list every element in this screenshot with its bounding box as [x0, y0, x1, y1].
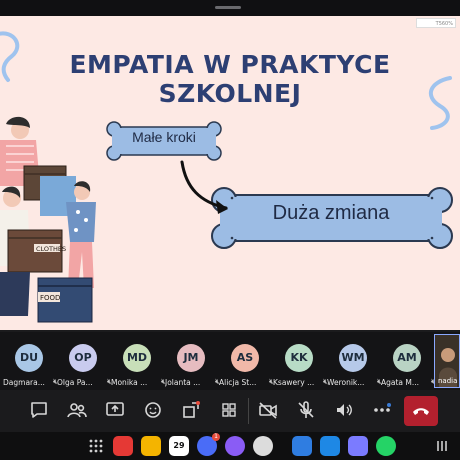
- leave-meeting-button[interactable]: [404, 396, 438, 426]
- avatar: AS: [231, 344, 259, 372]
- mic-off-icon: [298, 401, 314, 418]
- recent-apps-icon[interactable]: [432, 436, 452, 456]
- participants-icon: [67, 403, 87, 418]
- people-with-boxes: CLOTHES FOOD: [0, 116, 96, 323]
- reactions-icon: [145, 402, 161, 418]
- system-taskbar: 29 1: [0, 432, 460, 460]
- avatar: DU: [15, 344, 43, 372]
- messenger-app-icon[interactable]: 1: [197, 433, 220, 456]
- slide-illustration: CLOTHES FOOD: [0, 116, 453, 323]
- contacts-app-icon[interactable]: [348, 436, 368, 456]
- more-button[interactable]: [370, 398, 394, 422]
- chat-button[interactable]: [27, 398, 51, 422]
- browser-app-icon[interactable]: [225, 436, 245, 456]
- cube-app-icon[interactable]: [292, 436, 312, 456]
- camera-toggle-button[interactable]: [256, 398, 280, 422]
- avatar: WM: [339, 344, 367, 372]
- apps-button[interactable]: [179, 398, 203, 422]
- toolbar-divider: [248, 398, 249, 424]
- more-icon: [374, 403, 391, 412]
- participant-gallery: DU Dagmara... 🔇︎ OP Olga Pa... 🔇︎ MD Mon…: [0, 332, 460, 390]
- apps-icon: [183, 401, 200, 418]
- view-grid-icon: [222, 403, 236, 417]
- store-app-icon[interactable]: [320, 436, 340, 456]
- avatar: JM: [177, 344, 205, 372]
- small-steps-label: Małe kroki: [132, 129, 196, 145]
- avatar: KK: [285, 344, 313, 372]
- share-screen-icon: [106, 402, 124, 416]
- food-box-label: FOOD: [40, 294, 60, 302]
- whatsapp-app-icon[interactable]: [376, 436, 396, 456]
- files-app-icon[interactable]: [141, 436, 161, 456]
- avatar: MD: [123, 344, 151, 372]
- participants-button[interactable]: [65, 398, 89, 422]
- reactions-button[interactable]: [141, 398, 165, 422]
- notification-badge: 1: [212, 433, 220, 441]
- camera-off-icon: [259, 402, 277, 419]
- mic-toggle-button[interactable]: [294, 398, 318, 422]
- meeting-toolbar: [0, 390, 460, 432]
- big-change-label: Duża zmiana: [272, 202, 390, 224]
- avatar: OP: [69, 344, 97, 372]
- calendar-app-icon[interactable]: 29: [169, 436, 189, 456]
- self-video-tile[interactable]: nadia: [434, 334, 460, 388]
- handle-bar[interactable]: [215, 6, 241, 9]
- avatar: AM: [393, 344, 421, 372]
- speaker-icon: [337, 404, 352, 416]
- camera-app-icon[interactable]: [253, 436, 273, 456]
- view-grid-button[interactable]: [217, 398, 241, 422]
- self-name: nadia: [438, 377, 458, 385]
- clothes-box-label: CLOTHES: [36, 245, 66, 253]
- share-screen-button[interactable]: [103, 398, 127, 422]
- app-drawer-icon[interactable]: [86, 436, 106, 456]
- shared-slide: T560% EMPATIA W PRAKTYCE SZKOLNEJ CLOTHE…: [0, 16, 460, 330]
- speaker-button[interactable]: [332, 398, 356, 422]
- chat-icon: [31, 402, 47, 418]
- notes-app-icon[interactable]: [113, 436, 133, 456]
- system-top-bar: [0, 0, 460, 16]
- leave-icon: [413, 408, 429, 415]
